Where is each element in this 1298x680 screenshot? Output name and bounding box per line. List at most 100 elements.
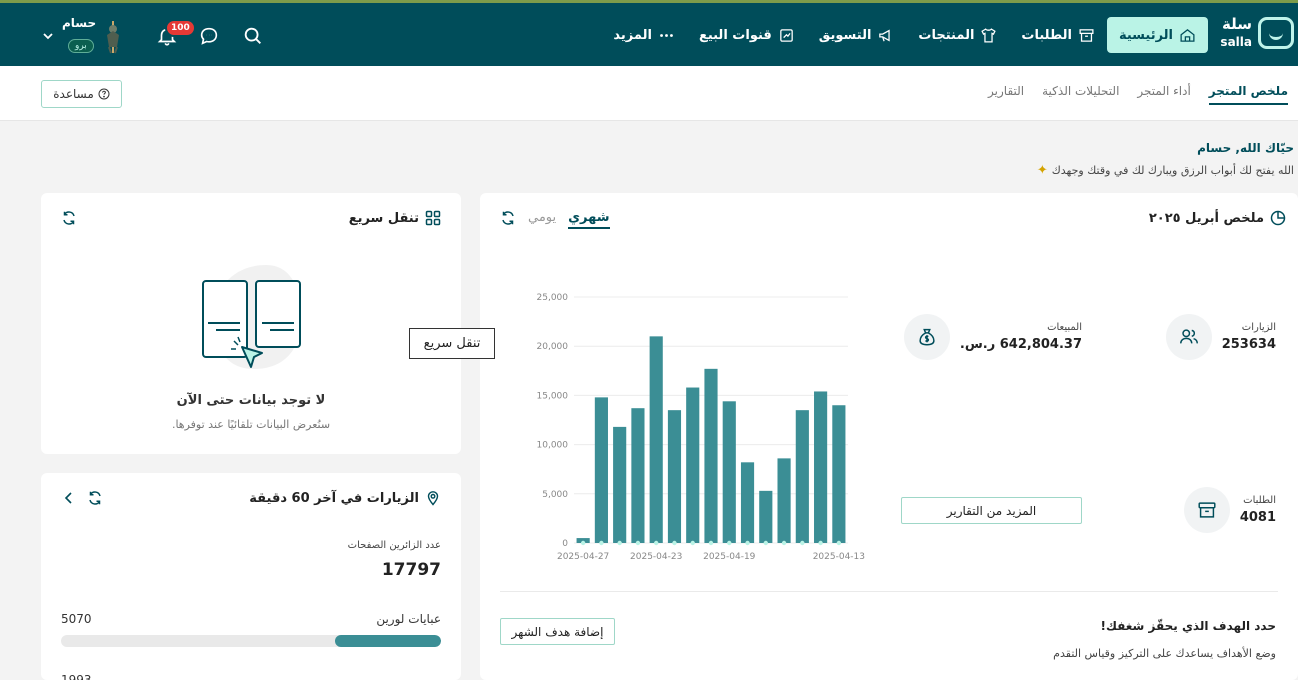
y-tick-label: 0 — [562, 539, 568, 549]
nav-home[interactable]: الرئيسية — [1106, 17, 1208, 53]
chart-bar[interactable] — [594, 397, 608, 543]
quick-nav-title: تنقل سريع — [349, 210, 441, 226]
chart-bar[interactable] — [667, 410, 682, 543]
quick-nav-tooltip: تنقل سريع — [409, 328, 495, 359]
refresh-icon[interactable] — [500, 210, 516, 226]
search-icon[interactable] — [242, 25, 264, 47]
chart-bar[interactable] — [759, 490, 773, 543]
visits-value: 253634 — [1221, 337, 1276, 352]
pie-chart-icon — [1270, 210, 1286, 226]
chart-bar[interactable] — [740, 462, 755, 543]
sales-label: المبيعات — [1047, 322, 1082, 333]
tab-smart-analytics[interactable]: التحليلات الذكية — [1042, 84, 1119, 105]
chart-bar[interactable] — [777, 458, 791, 543]
salla-logo[interactable]: سلة salla — [1210, 15, 1294, 55]
period-tabs: شهري يومي — [528, 210, 610, 229]
sparkle-icon: ✦ — [1036, 163, 1048, 178]
chart-bar[interactable] — [704, 368, 718, 543]
chart-bar[interactable] — [631, 408, 645, 543]
refresh-icon[interactable] — [61, 210, 77, 226]
chart-point — [672, 540, 677, 546]
chart-bar[interactable] — [832, 405, 846, 543]
nav-label: قنوات البيع — [698, 27, 772, 43]
x-tick-label: 2025-04-27 — [557, 552, 609, 562]
x-tick-label: 2025-04-13 — [813, 552, 865, 562]
add-goal-button[interactable]: إضافة هدف الشهر — [500, 618, 615, 645]
chart-point — [818, 540, 823, 546]
quick-nav-card: تنقل سريع لا توجد بيانات حتى الآن سنُعرض… — [41, 193, 461, 454]
x-tick-label: 2025-04-19 — [703, 552, 756, 562]
help-icon — [98, 88, 110, 100]
help-button[interactable]: مساعدة — [41, 80, 122, 108]
tab-store-performance[interactable]: أداء المتجر — [1137, 84, 1190, 105]
plan-badge: برو — [68, 39, 94, 53]
chart-point — [617, 540, 622, 546]
chat-icon[interactable] — [198, 25, 220, 47]
y-tick-label: 5,000 — [542, 490, 568, 500]
nav-marketing[interactable]: التسويق — [807, 17, 907, 53]
live-visits-title: الزيارات في آخر 60 دقيقة — [249, 490, 441, 506]
location-pin-icon — [427, 491, 439, 506]
chevron-down-icon[interactable] — [42, 30, 54, 42]
main-nav: الرئيسية الطلبات المنتجات التسويق قنوات … — [601, 17, 1208, 53]
nav-sales-channels[interactable]: قنوات البيع — [687, 17, 807, 53]
nav-products[interactable]: المنتجات — [906, 17, 1009, 53]
tab-store-summary[interactable]: ملخص المتجر — [1208, 84, 1288, 105]
megaphone-icon — [879, 28, 891, 42]
metric-sales: المبيعات 642,804.37 ر.س. — [903, 314, 1082, 360]
chart-bar[interactable] — [722, 401, 736, 543]
tab-reports[interactable]: التقارير — [988, 84, 1024, 105]
empty-state-title: لا توجد بيانات حتى الآن — [176, 393, 326, 408]
greeting-title: حيّاك الله, حسام — [1197, 141, 1294, 155]
summary-title: ملخص أبريل ٢٠٢٥ — [1149, 210, 1286, 226]
divider — [500, 591, 1278, 592]
period-monthly[interactable]: شهري — [568, 210, 610, 229]
nav-orders[interactable]: الطلبات — [1009, 17, 1107, 53]
nav-label: المزيد — [613, 27, 652, 43]
page-row-bar-fill — [334, 635, 441, 647]
page-row-bar — [61, 635, 441, 647]
metric-visits: الزيارات 253634 — [1165, 314, 1276, 360]
more-reports-button[interactable]: المزيد من التقارير — [901, 497, 1082, 524]
nav-more[interactable]: المزيد — [601, 17, 687, 53]
chart-point — [836, 540, 842, 546]
refresh-icon[interactable] — [87, 490, 103, 506]
sales-value: 642,804.37 ر.س. — [959, 337, 1082, 352]
avatar[interactable] — [100, 19, 126, 55]
chevron-left-icon[interactable] — [61, 490, 77, 506]
salla-logo-icon — [1258, 17, 1294, 49]
chart-point — [635, 540, 641, 546]
sub-nav: ملخص المتجر أداء المتجر التحليلات الذكية… — [0, 66, 1298, 121]
visits-label: الزيارات — [1241, 322, 1276, 333]
grid-icon — [425, 210, 441, 226]
x-tick-label: 2025-04-23 — [630, 552, 682, 562]
chart-bar[interactable] — [795, 410, 809, 543]
user-name[interactable]: حسام — [62, 16, 96, 30]
chart-bar[interactable] — [649, 336, 663, 543]
chart-point — [745, 540, 750, 546]
chart-bar[interactable] — [613, 426, 627, 543]
logo-text-en: salla — [1220, 35, 1252, 49]
nav-label: الطلبات — [1021, 27, 1072, 43]
period-daily[interactable]: يومي — [528, 210, 556, 229]
chart-point — [763, 540, 768, 546]
dots-icon — [660, 33, 673, 37]
users-icon — [1179, 329, 1198, 344]
box-icon — [1198, 502, 1216, 518]
chart-bar[interactable] — [814, 391, 828, 543]
nav-label: الرئيسية — [1118, 27, 1173, 43]
chart-point — [727, 540, 732, 546]
y-tick-label: 15,000 — [537, 391, 569, 401]
greeting-subtitle: الله يفتح لك أبواب الرزق ويبارك لك في وق… — [1037, 163, 1294, 178]
chart-point — [708, 540, 714, 546]
pages-visitors-label: عدد الزائرين الصفحات — [347, 540, 441, 551]
box-icon — [1079, 28, 1094, 42]
notification-badge: 100 — [165, 19, 196, 37]
chart-point — [599, 540, 604, 546]
metric-orders: الطلبات 4081 — [1183, 487, 1276, 533]
chart-bar[interactable] — [686, 387, 700, 543]
summary-card: ملخص أبريل ٢٠٢٥ شهري يومي الزيارات 25363… — [480, 193, 1298, 680]
orders-value: 4081 — [1239, 510, 1276, 525]
empty-state-illustration — [202, 265, 301, 369]
pages-visitors-value: 17797 — [381, 560, 441, 580]
